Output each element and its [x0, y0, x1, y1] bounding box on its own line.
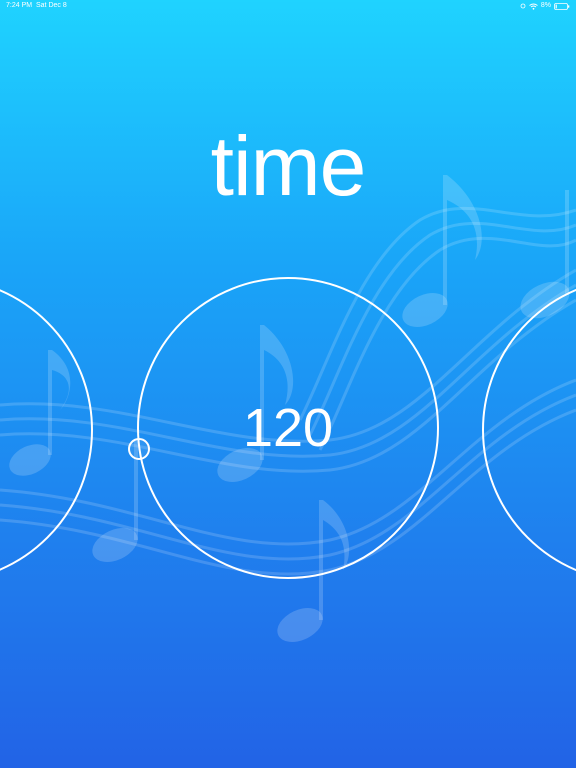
dial-handle[interactable]	[128, 438, 150, 460]
dial-value: 120	[242, 398, 334, 458]
dial-next[interactable]	[482, 277, 576, 583]
dial-carousel[interactable]: 120	[0, 0, 576, 768]
dial-previous[interactable]	[0, 277, 93, 583]
